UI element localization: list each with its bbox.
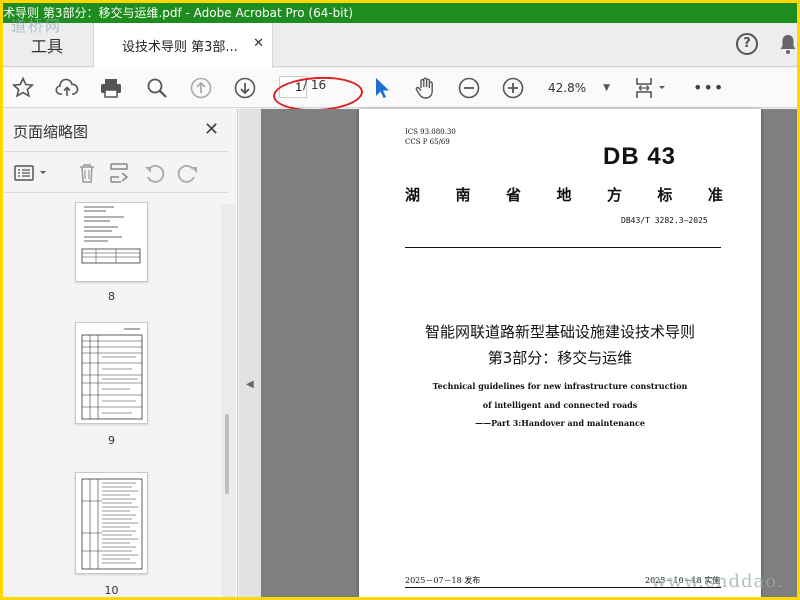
heading-char: 湖 xyxy=(405,186,421,204)
tab-tools-label: 工具 xyxy=(30,37,63,56)
fit-page-icon[interactable] xyxy=(631,74,671,102)
heading-char: 准 xyxy=(707,186,723,204)
heading-char: 地 xyxy=(556,186,572,204)
thumbnail-label-9: 9 xyxy=(108,434,115,447)
tab-bar: 工具 道桥网 设技术导则 第3部... ✕ ? xyxy=(3,17,797,68)
hand-icon[interactable] xyxy=(411,74,439,102)
heading-char: 标 xyxy=(657,186,673,204)
zoom-level-select[interactable]: 42.8% ▼ xyxy=(540,76,618,100)
thumbnail-label-10: 10 xyxy=(104,584,119,597)
zoom-level-value: 42.8% xyxy=(548,81,587,95)
page-thumbnails-panel: 页面缩略图 ✕ 8 9 10 xyxy=(3,109,238,597)
cloud-upload-icon[interactable] xyxy=(53,74,81,102)
english-title-line2: of intelligent and connected roads xyxy=(482,400,638,410)
arrow-down-circle-icon[interactable] xyxy=(231,74,259,102)
english-title-line3: ——Part 3:Handover and maintenance xyxy=(475,418,645,428)
options-menu-icon[interactable] xyxy=(13,161,49,185)
tab-document[interactable]: 设技术导则 第3部... ✕ xyxy=(93,23,273,68)
thumbnail-scrollbar-thumb[interactable] xyxy=(225,414,229,494)
document-title-line1: 智能网联道路新型基础设施建设技术导则 xyxy=(424,323,695,341)
page-thumbnail-9[interactable] xyxy=(75,322,148,424)
watermark-top-left: 道桥网 xyxy=(11,17,63,35)
pointer-icon[interactable] xyxy=(367,74,395,102)
watermark-bottom-right: www.cnddao. xyxy=(651,571,784,592)
window-title-bar: 术导则 第3部分：移交与运维.pdf - Adobe Acrobat Pro (… xyxy=(3,3,797,23)
close-panel-icon[interactable]: ✕ xyxy=(204,119,219,140)
panel-title: 页面缩略图 xyxy=(13,123,89,141)
close-tab-icon[interactable]: ✕ xyxy=(253,36,264,51)
ccs-code: CCS P 65/69 xyxy=(405,138,450,146)
zoom-in-icon[interactable] xyxy=(499,74,527,102)
issue-date: 2025－07－18 发布 xyxy=(405,576,481,585)
main-toolbar: / 16 42.8% ▼ ••• xyxy=(3,68,797,114)
heading-char: 方 xyxy=(606,186,622,204)
ics-code: ICS 93.080.30 xyxy=(405,128,456,136)
document-view[interactable]: ICS 93.080.30 CCS P 65/69 DB 43 湖 南 省 地 … xyxy=(261,109,797,597)
page-thumbnail-10[interactable] xyxy=(75,472,148,574)
rotate-cw-icon[interactable] xyxy=(175,161,199,185)
divider xyxy=(405,247,721,248)
star-icon[interactable] xyxy=(9,74,37,102)
heading-char: 南 xyxy=(455,186,471,204)
zoom-out-icon[interactable] xyxy=(455,74,483,102)
thumbnail-list: 8 9 10 xyxy=(3,194,228,597)
province-standard-heading: 湖 南 省 地 方 标 准 xyxy=(405,184,723,205)
standard-number: DB43/T 3282.3—2025 xyxy=(621,216,708,225)
db-logo: DB 43 xyxy=(603,143,677,170)
thumbnail-scrollbar[interactable] xyxy=(221,204,235,597)
bell-icon[interactable] xyxy=(779,33,797,55)
search-zoom-icon[interactable] xyxy=(143,74,171,102)
print-icon[interactable] xyxy=(97,74,125,102)
english-title-line1: Technical guidelines for new infrastruct… xyxy=(432,381,688,391)
panel-toolbar xyxy=(3,151,229,193)
page-thumbnail-8[interactable] xyxy=(75,202,148,282)
chevron-down-icon: ▼ xyxy=(603,83,610,93)
tab-document-label: 设技术导则 第3部... xyxy=(122,40,238,55)
document-title-line2: 第3部分：移交与运维 xyxy=(487,349,633,367)
arrow-up-circle-icon[interactable] xyxy=(187,74,215,102)
thumbnail-label-8: 8 xyxy=(108,290,115,303)
delete-icon[interactable] xyxy=(75,161,99,185)
help-icon[interactable]: ? xyxy=(736,33,758,55)
chevron-left-icon[interactable]: ◀ xyxy=(246,379,254,390)
more-icon[interactable]: ••• xyxy=(693,78,724,97)
extract-pages-icon[interactable] xyxy=(107,161,131,185)
panel-collapse-bar[interactable]: ◀ xyxy=(239,109,261,597)
document-page: ICS 93.080.30 CCS P 65/69 DB 43 湖 南 省 地 … xyxy=(359,109,761,597)
acrobat-window: 术导则 第3部分：移交与运维.pdf - Adobe Acrobat Pro (… xyxy=(3,3,797,597)
rotate-ccw-icon[interactable] xyxy=(143,161,167,185)
heading-char: 省 xyxy=(505,186,521,204)
